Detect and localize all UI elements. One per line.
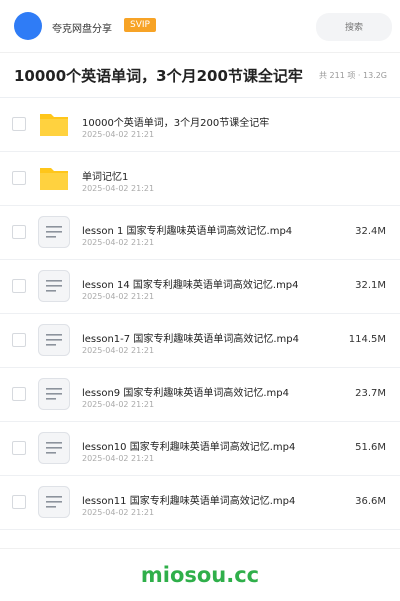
row-checkbox[interactable] — [12, 495, 26, 509]
list-item[interactable]: 10000个英语单词，3个月200节课全记牢 2025-04-02 21:21 — [0, 98, 400, 152]
folder-title-bar: 10000个英语单词，3个月200节课全记牢 共 211 项 · 13.2G — [0, 53, 400, 98]
item-time: 2025-04-02 21:21 — [82, 346, 155, 355]
item-name: 单词记忆1 — [82, 172, 129, 183]
item-size: 23.7M — [355, 388, 386, 399]
row-checkbox[interactable] — [12, 225, 26, 239]
file-list: 10000个英语单词，3个月200节课全记牢 2025-04-02 21:21 单词… — [0, 98, 400, 530]
file-icon — [38, 486, 70, 518]
item-name: lesson1-7 国家专利趣味英语单词高效记忆.mp4 — [82, 334, 299, 345]
row-checkbox[interactable] — [12, 279, 26, 293]
item-name: lesson 14 国家专利趣味英语单词高效记忆.mp4 — [82, 280, 299, 291]
list-item[interactable]: lesson10 国家专利趣味英语单词高效记忆.mp4 2025-04-02 21… — [0, 422, 400, 476]
item-name: 10000个英语单词，3个月200节课全记牢 — [82, 118, 270, 129]
folder-meta: 共 211 项 · 13.2G — [319, 71, 387, 80]
watermark: miosou.cc — [140, 563, 260, 587]
item-time: 2025-04-02 21:21 — [82, 454, 155, 463]
item-time: 2025-04-02 21:21 — [82, 130, 155, 139]
folder-icon — [38, 108, 70, 140]
site-name: 夸克网盘分享 — [52, 24, 112, 35]
item-size: 32.1M — [355, 280, 386, 291]
item-time: 2025-04-02 21:21 — [82, 400, 155, 409]
file-icon — [38, 378, 70, 410]
row-checkbox[interactable] — [12, 387, 26, 401]
file-icon — [38, 324, 70, 356]
file-icon — [38, 216, 70, 248]
page-title: 10000个英语单词，3个月200节课全记牢 — [14, 67, 303, 85]
avatar[interactable] — [14, 12, 42, 40]
item-size: 51.6M — [355, 442, 386, 453]
item-time: 2025-04-02 21:21 — [82, 184, 155, 193]
row-checkbox[interactable] — [12, 333, 26, 347]
item-size: 32.4M — [355, 226, 386, 237]
header-bar: 夸克网盘分享 SVIP — [0, 0, 400, 53]
row-checkbox[interactable] — [12, 171, 26, 185]
item-name: lesson 1 国家专利趣味英语单词高效记忆.mp4 — [82, 226, 293, 237]
file-icon — [38, 270, 70, 302]
item-name: lesson10 国家专利趣味英语单词高效记忆.mp4 — [82, 442, 296, 453]
list-item[interactable]: lesson1-7 国家专利趣味英语单词高效记忆.mp4 2025-04-02 2… — [0, 314, 400, 368]
item-name: lesson9 国家专利趣味英语单词高效记忆.mp4 — [82, 388, 289, 399]
search-input[interactable] — [316, 13, 392, 41]
list-item[interactable]: lesson11 国家专利趣味英语单词高效记忆.mp4 2025-04-02 21… — [0, 476, 400, 530]
vip-badge: SVIP — [124, 18, 156, 32]
file-icon — [38, 432, 70, 464]
list-item[interactable]: lesson 1 国家专利趣味英语单词高效记忆.mp4 2025-04-02 21… — [0, 206, 400, 260]
list-item[interactable]: lesson 14 国家专利趣味英语单词高效记忆.mp4 2025-04-02 2… — [0, 260, 400, 314]
item-size: 114.5M — [348, 334, 386, 345]
folder-icon — [38, 162, 70, 194]
item-time: 2025-04-02 21:21 — [82, 238, 155, 247]
item-name: lesson11 国家专利趣味英语单词高效记忆.mp4 — [82, 496, 296, 507]
row-checkbox[interactable] — [12, 117, 26, 131]
list-item[interactable]: 单词记忆1 2025-04-02 21:21 — [0, 152, 400, 206]
item-time: 2025-04-02 21:21 — [82, 508, 155, 517]
item-time: 2025-04-02 21:21 — [82, 292, 155, 301]
row-checkbox[interactable] — [12, 441, 26, 455]
item-size: 36.6M — [355, 496, 386, 507]
list-item[interactable]: lesson9 国家专利趣味英语单词高效记忆.mp4 2025-04-02 21:… — [0, 368, 400, 422]
